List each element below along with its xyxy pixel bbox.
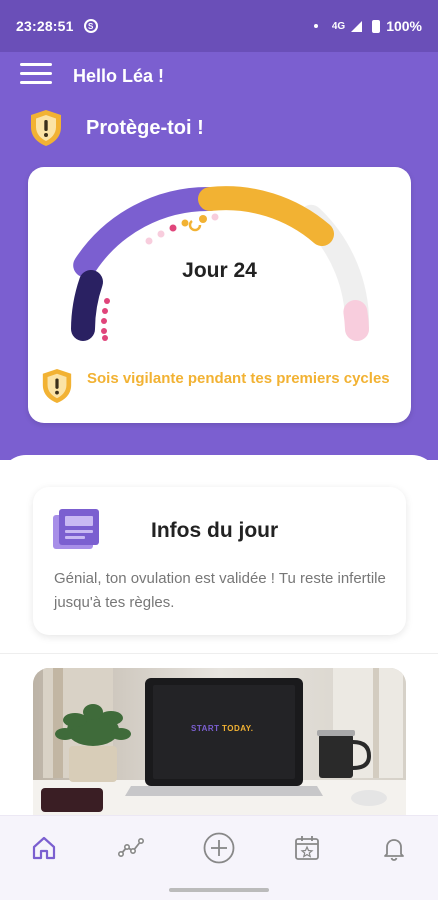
signal-icon (351, 20, 363, 32)
battery-level: 100% (386, 18, 422, 34)
gauge-ovulation-segment (198, 186, 334, 246)
gauge-upcoming-period-segment (343, 300, 369, 341)
daily-info-card[interactable]: Infos du jour Génial, ton ovulation est … (33, 487, 406, 635)
protection-title: Protège-toi ! (86, 116, 204, 139)
nav-chart[interactable] (106, 823, 156, 873)
gauge-follicular-segment (73, 186, 222, 278)
promo-screen-text-start: START (191, 724, 220, 733)
cycle-warning-text: Sois vigilante pendant tes premiers cycl… (87, 370, 390, 387)
home-gesture-pill[interactable] (169, 888, 269, 892)
notification-dot-icon (313, 24, 318, 28)
protection-banner[interactable]: Protège-toi ! (28, 108, 204, 148)
add-circle-icon (203, 832, 235, 864)
status-bar: 23:28:51 S 4G 100% (0, 0, 438, 52)
gauge-period-segment (71, 270, 103, 341)
home-icon (32, 836, 55, 860)
main-content: Infos du jour Génial, ton ovulation est … (0, 455, 438, 818)
divider (0, 653, 438, 654)
nav-notifications[interactable] (369, 823, 419, 873)
shield-alert-icon (42, 369, 72, 403)
laptop-desk-image (33, 668, 406, 818)
system-navigation-bar (0, 880, 438, 900)
sync-icon: S (83, 19, 98, 33)
nav-home[interactable] (19, 823, 69, 873)
chart-icon (118, 838, 145, 857)
nav-add[interactable] (194, 823, 244, 873)
newspaper-icon (53, 509, 99, 549)
shield-alert-icon (31, 110, 61, 146)
battery-icon (372, 19, 381, 33)
daily-info-title: Infos du jour (151, 519, 279, 542)
promo-image-card[interactable]: START TODAY. (33, 668, 406, 818)
hamburger-menu-icon[interactable] (20, 61, 52, 87)
status-indicators: 4G 100% (313, 18, 422, 34)
daily-info-body: Génial, ton ovulation est validée ! Tu r… (54, 570, 386, 611)
nav-calendar[interactable] (282, 823, 332, 873)
cycle-day-label: Jour 24 (182, 259, 257, 282)
cycle-card[interactable]: Jour 24 Sois vigilante pendant tes premi… (28, 167, 411, 423)
bottom-nav (0, 815, 438, 880)
status-time: 23:28:51 (16, 18, 74, 34)
bell-icon (384, 839, 405, 861)
period-forecast-dots (101, 298, 110, 341)
calendar-icon (294, 836, 319, 860)
network-type: 4G (331, 20, 346, 32)
greeting: Hello Léa ! (73, 66, 165, 86)
promo-screen-text-today: TODAY. (222, 724, 254, 733)
cycle-warning: Sois vigilante pendant tes premiers cycl… (40, 367, 395, 405)
